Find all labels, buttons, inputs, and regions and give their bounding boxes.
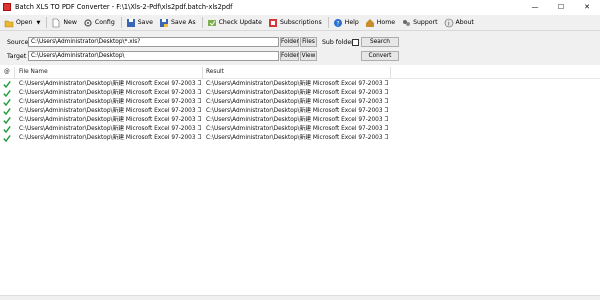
- help-icon: ?: [333, 18, 343, 28]
- table-row[interactable]: C:\Users\Administrator\Desktop\新建 Micros…: [0, 134, 600, 143]
- toolbar-separator: [201, 17, 203, 28]
- help-label: Help: [344, 19, 359, 26]
- open-label: Open: [16, 19, 33, 26]
- window-title: Batch XLS TO PDF Converter - F:\1\Xls-2-…: [15, 3, 233, 11]
- svg-text:?: ?: [336, 20, 339, 27]
- title-bar: Batch XLS TO PDF Converter - F:\1\Xls-2-…: [0, 0, 600, 14]
- column-divider[interactable]: [202, 67, 203, 78]
- toolbar: Open ▼ New Config Save Save As Check Upd…: [0, 15, 600, 31]
- new-label: New: [63, 19, 77, 26]
- support-label: Support: [413, 19, 438, 26]
- check-update-button[interactable]: Check Update: [205, 16, 264, 30]
- result-cell: C:\Users\Administrator\Desktop\新建 Micros…: [206, 117, 388, 123]
- file-list-empty-area: [0, 152, 600, 296]
- result-column-header[interactable]: Result: [206, 69, 224, 75]
- file-name-cell: C:\Users\Administrator\Desktop\新建 Micros…: [19, 108, 201, 114]
- file-name-cell: C:\Users\Administrator\Desktop\新建 Micros…: [19, 135, 201, 141]
- info-icon: i: [444, 18, 454, 28]
- support-icon: [401, 18, 411, 28]
- file-name-cell: C:\Users\Administrator\Desktop\新建 Micros…: [19, 90, 201, 96]
- table-row[interactable]: C:\Users\Administrator\Desktop\新建 Micros…: [0, 107, 600, 116]
- check-update-label: Check Update: [218, 19, 262, 26]
- success-check-icon: [3, 107, 11, 116]
- status-bar: [0, 295, 600, 300]
- result-cell: C:\Users\Administrator\Desktop\新建 Micros…: [206, 135, 388, 141]
- minimize-button[interactable]: —: [522, 0, 548, 14]
- view-button[interactable]: View: [300, 51, 317, 61]
- new-button[interactable]: New: [49, 16, 79, 30]
- column-divider[interactable]: [390, 67, 391, 78]
- table-row[interactable]: C:\Users\Administrator\Desktop\新建 Micros…: [0, 80, 600, 89]
- save-label: Save: [137, 19, 153, 26]
- result-cell: C:\Users\Administrator\Desktop\新建 Micros…: [206, 126, 388, 132]
- success-check-icon: [3, 116, 11, 125]
- toolbar-separator: [120, 17, 122, 28]
- settings-form: Source C:\Users\Administrator\Desktop\*.…: [0, 31, 600, 65]
- config-label: Config: [94, 19, 115, 26]
- success-check-icon: [3, 98, 11, 107]
- result-cell: C:\Users\Administrator\Desktop\新建 Micros…: [206, 108, 388, 114]
- config-button[interactable]: Config: [81, 16, 117, 30]
- about-label: About: [455, 19, 474, 26]
- save-icon: [126, 18, 136, 28]
- convert-button[interactable]: Convert: [361, 51, 399, 61]
- file-name-column-header[interactable]: File Name: [19, 69, 48, 75]
- open-button[interactable]: Open ▼: [2, 16, 42, 30]
- close-button[interactable]: ✕: [574, 0, 600, 14]
- result-cell: C:\Users\Administrator\Desktop\新建 Micros…: [206, 90, 388, 96]
- toolbar-separator: [327, 17, 329, 28]
- success-check-icon: [3, 80, 11, 89]
- grid-header: @ File Name Result: [0, 67, 600, 79]
- table-row[interactable]: C:\Users\Administrator\Desktop\新建 Micros…: [0, 98, 600, 107]
- home-icon: [365, 18, 375, 28]
- save-as-icon: [159, 18, 169, 28]
- target-folder-button[interactable]: Folder: [280, 51, 299, 61]
- sub-folders-checkbox[interactable]: [352, 38, 359, 46]
- source-input[interactable]: C:\Users\Administrator\Desktop\*.xls?: [28, 37, 279, 47]
- app-icon: [3, 3, 11, 11]
- gear-icon: [83, 18, 93, 28]
- file-list: C:\Users\Administrator\Desktop\新建 Micros…: [0, 80, 600, 143]
- about-button[interactable]: i About: [442, 16, 476, 30]
- table-row[interactable]: C:\Users\Administrator\Desktop\新建 Micros…: [0, 89, 600, 98]
- toolbar-separator: [46, 17, 48, 28]
- subscriptions-button[interactable]: Subscriptions: [266, 16, 324, 30]
- save-as-label: Save As: [170, 19, 196, 26]
- file-name-cell: C:\Users\Administrator\Desktop\新建 Micros…: [19, 126, 201, 132]
- subscriptions-label: Subscriptions: [280, 19, 322, 26]
- home-label: Home: [376, 19, 396, 26]
- source-files-button[interactable]: Files: [300, 37, 317, 47]
- column-divider[interactable]: [14, 67, 15, 78]
- result-cell: C:\Users\Administrator\Desktop\新建 Micros…: [206, 99, 388, 105]
- new-document-icon: [51, 18, 61, 28]
- subscriptions-icon: [268, 18, 278, 28]
- support-button[interactable]: Support: [399, 16, 439, 30]
- window-controls: — ☐ ✕: [522, 0, 600, 14]
- source-label: Source: [7, 39, 29, 46]
- success-check-icon: [3, 134, 11, 143]
- file-name-cell: C:\Users\Administrator\Desktop\新建 Micros…: [19, 99, 201, 105]
- save-as-button[interactable]: Save As: [157, 16, 198, 30]
- success-check-icon: [3, 125, 11, 134]
- target-label: Target: [7, 53, 27, 60]
- update-icon: [207, 18, 217, 28]
- folder-open-icon: [4, 18, 14, 28]
- status-column-header[interactable]: @: [4, 69, 10, 75]
- source-folder-button[interactable]: Folder: [280, 37, 299, 47]
- table-row[interactable]: C:\Users\Administrator\Desktop\新建 Micros…: [0, 116, 600, 125]
- save-button[interactable]: Save: [124, 16, 155, 30]
- help-button[interactable]: ? Help: [331, 16, 361, 30]
- file-name-cell: C:\Users\Administrator\Desktop\新建 Micros…: [19, 117, 201, 123]
- success-check-icon: [3, 89, 11, 98]
- table-row[interactable]: C:\Users\Administrator\Desktop\新建 Micros…: [0, 125, 600, 134]
- result-cell: C:\Users\Administrator\Desktop\新建 Micros…: [206, 81, 388, 87]
- maximize-button[interactable]: ☐: [548, 0, 574, 14]
- file-name-cell: C:\Users\Administrator\Desktop\新建 Micros…: [19, 81, 201, 87]
- target-input[interactable]: C:\Users\Administrator\Desktop\: [28, 51, 279, 61]
- home-button[interactable]: Home: [363, 16, 397, 30]
- search-button[interactable]: Search: [361, 37, 399, 47]
- chevron-down-icon[interactable]: ▼: [37, 20, 41, 26]
